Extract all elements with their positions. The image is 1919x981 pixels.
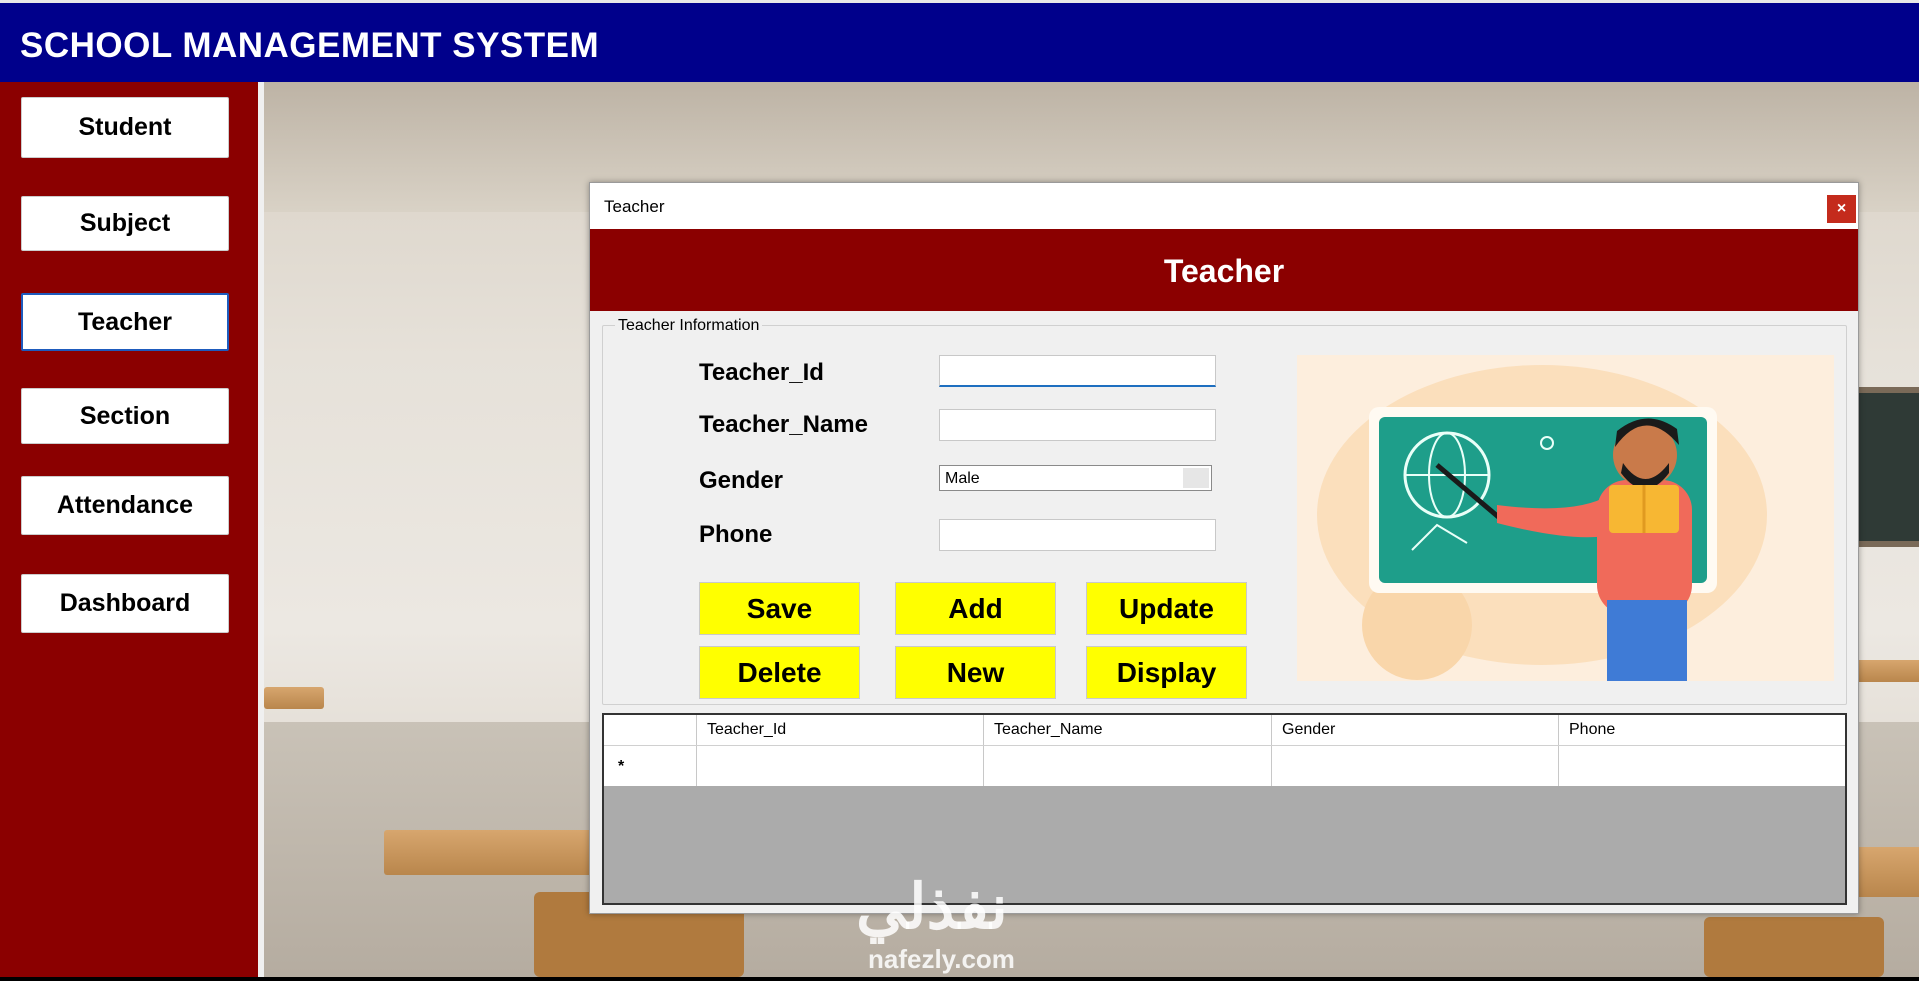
background-desk [264, 687, 324, 709]
add-button[interactable]: Add [895, 582, 1056, 635]
gender-label: Gender [699, 467, 784, 494]
main-area: Teacher × Teacher Teacher Information Te… [258, 82, 1919, 977]
grid-cell[interactable] [697, 746, 984, 786]
close-icon: × [1836, 200, 1847, 217]
background-chair [1704, 917, 1884, 977]
teacher-illustration-art [1317, 365, 1767, 681]
app-titlebar: SCHOOL MANAGEMENT SYSTEM [0, 0, 1919, 82]
teacher-name-input[interactable] [939, 409, 1216, 441]
gender-select[interactable]: Male [939, 465, 1212, 491]
app-title: SCHOOL MANAGEMENT SYSTEM [20, 26, 600, 65]
teacher-dialog: Teacher × Teacher Teacher Information Te… [589, 182, 1859, 914]
sidebar-item-subject[interactable]: Subject [21, 196, 229, 251]
dialog-banner: Teacher [590, 229, 1858, 311]
group-title: Teacher Information [615, 317, 763, 335]
grid-column-teacher-id[interactable]: Teacher_Id [697, 715, 984, 745]
grid-column-phone[interactable]: Phone [1559, 715, 1845, 745]
dialog-titlebar: Teacher × [590, 183, 1858, 229]
watermark-logo: نفذلي [856, 873, 1008, 942]
teacher-id-input[interactable] [939, 355, 1216, 387]
close-button[interactable]: × [1827, 195, 1856, 223]
teacher-grid[interactable]: Teacher_Id Teacher_Name Gender Phone * [602, 713, 1847, 905]
sidebar-item-attendance[interactable]: Attendance [21, 476, 229, 535]
grid-cell[interactable] [1559, 746, 1845, 786]
display-button[interactable]: Display [1086, 646, 1247, 699]
phone-label: Phone [699, 521, 773, 548]
sidebar-item-student[interactable]: Student [21, 97, 229, 158]
delete-button[interactable]: Delete [699, 646, 860, 699]
grid-row-header-corner [604, 715, 697, 745]
teacher-id-label: Teacher_Id [699, 359, 824, 386]
grid-header: Teacher_Id Teacher_Name Gender Phone [604, 715, 1845, 746]
teacher-illustration [1297, 355, 1834, 681]
sidebar-item-section[interactable]: Section [21, 388, 229, 444]
update-button[interactable]: Update [1086, 582, 1247, 635]
grid-row-header[interactable]: * [604, 746, 697, 786]
grid-column-teacher-name[interactable]: Teacher_Name [984, 715, 1272, 745]
watermark-url: nafezly.com [868, 944, 1015, 974]
background-desk [1854, 660, 1919, 682]
sidebar: Student Subject Teacher Section Attendan… [0, 82, 258, 977]
new-row-marker: * [618, 758, 625, 775]
sidebar-item-dashboard[interactable]: Dashboard [21, 574, 229, 633]
new-button[interactable]: New [895, 646, 1056, 699]
grid-column-gender[interactable]: Gender [1272, 715, 1559, 745]
sidebar-item-teacher[interactable]: Teacher [21, 293, 229, 351]
teacher-name-label: Teacher_Name [699, 411, 868, 438]
gender-selected-value: Male [945, 470, 980, 487]
dialog-window-title: Teacher [604, 197, 665, 216]
save-button[interactable]: Save [699, 582, 860, 635]
phone-input[interactable] [939, 519, 1216, 551]
grid-cell[interactable] [984, 746, 1272, 786]
grid-cell[interactable] [1272, 746, 1559, 786]
banner-title: Teacher [1163, 253, 1285, 289]
dropdown-arrow-icon [1183, 468, 1209, 488]
grid-new-row[interactable]: * [604, 746, 1845, 786]
